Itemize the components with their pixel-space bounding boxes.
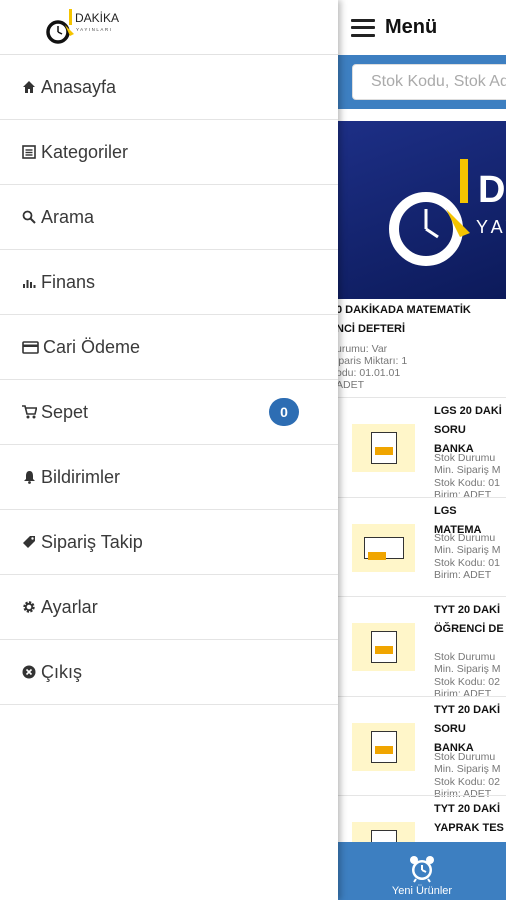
gear-icon: [21, 599, 37, 615]
sidebar-item-label: Anasayfa: [41, 76, 117, 97]
sidebar-item-label: Bildirimler: [41, 466, 121, 487]
sidebar-item-kategoriler[interactable]: Kategoriler: [0, 120, 338, 185]
drawer-header: DAKİKA YAYINLARI: [0, 0, 338, 55]
sidebar-item-label: Arama: [41, 206, 95, 227]
search-icon: [21, 209, 37, 225]
svg-text:YAYINLARI: YAYINLARI: [76, 27, 112, 32]
list-icon: [21, 144, 37, 160]
sidebar-item-sepet[interactable]: Sepet 0: [0, 380, 338, 445]
sidebar-item-finans[interactable]: Finans: [0, 250, 338, 315]
sidebar-item-cikis[interactable]: Çıkış: [0, 640, 338, 705]
sidebar-item-label: Sepet: [41, 401, 89, 422]
credit-card-icon: [21, 339, 39, 355]
sidebar-item-siparis-takip[interactable]: Sipariş Takip: [0, 510, 338, 575]
cart-count-badge: 0: [269, 398, 299, 426]
sidebar-item-label: Finans: [41, 271, 96, 292]
sidebar-item-cari-odeme[interactable]: Cari Ödeme: [0, 315, 338, 380]
tag-icon: [21, 534, 37, 550]
sidebar-item-anasayfa[interactable]: Anasayfa: [0, 55, 338, 120]
bell-icon: [21, 469, 37, 485]
sidebar-item-label: Çıkış: [41, 661, 83, 682]
svg-text:DAKİKA: DAKİKA: [75, 11, 119, 25]
cart-icon: [21, 404, 37, 420]
sidebar-item-label: Sipariş Takip: [41, 531, 143, 552]
home-icon: [21, 79, 37, 95]
dakika-logo: DAKİKA YAYINLARI: [46, 9, 119, 44]
sidebar-item-arama[interactable]: Arama: [0, 185, 338, 250]
sidebar-item-ayarlar[interactable]: Ayarlar: [0, 575, 338, 640]
sidebar-item-label: Ayarlar: [41, 596, 98, 617]
navigation-drawer: DAKİKA YAYINLARI Anasayfa Kategoriler Ar…: [0, 0, 338, 900]
sidebar-item-label: Cari Ödeme: [43, 336, 141, 357]
close-circle-icon: [21, 664, 37, 680]
bar-chart-icon: [21, 274, 37, 290]
sidebar-item-bildirimler[interactable]: Bildirimler: [0, 445, 338, 510]
sidebar-item-label: Kategoriler: [41, 141, 129, 162]
